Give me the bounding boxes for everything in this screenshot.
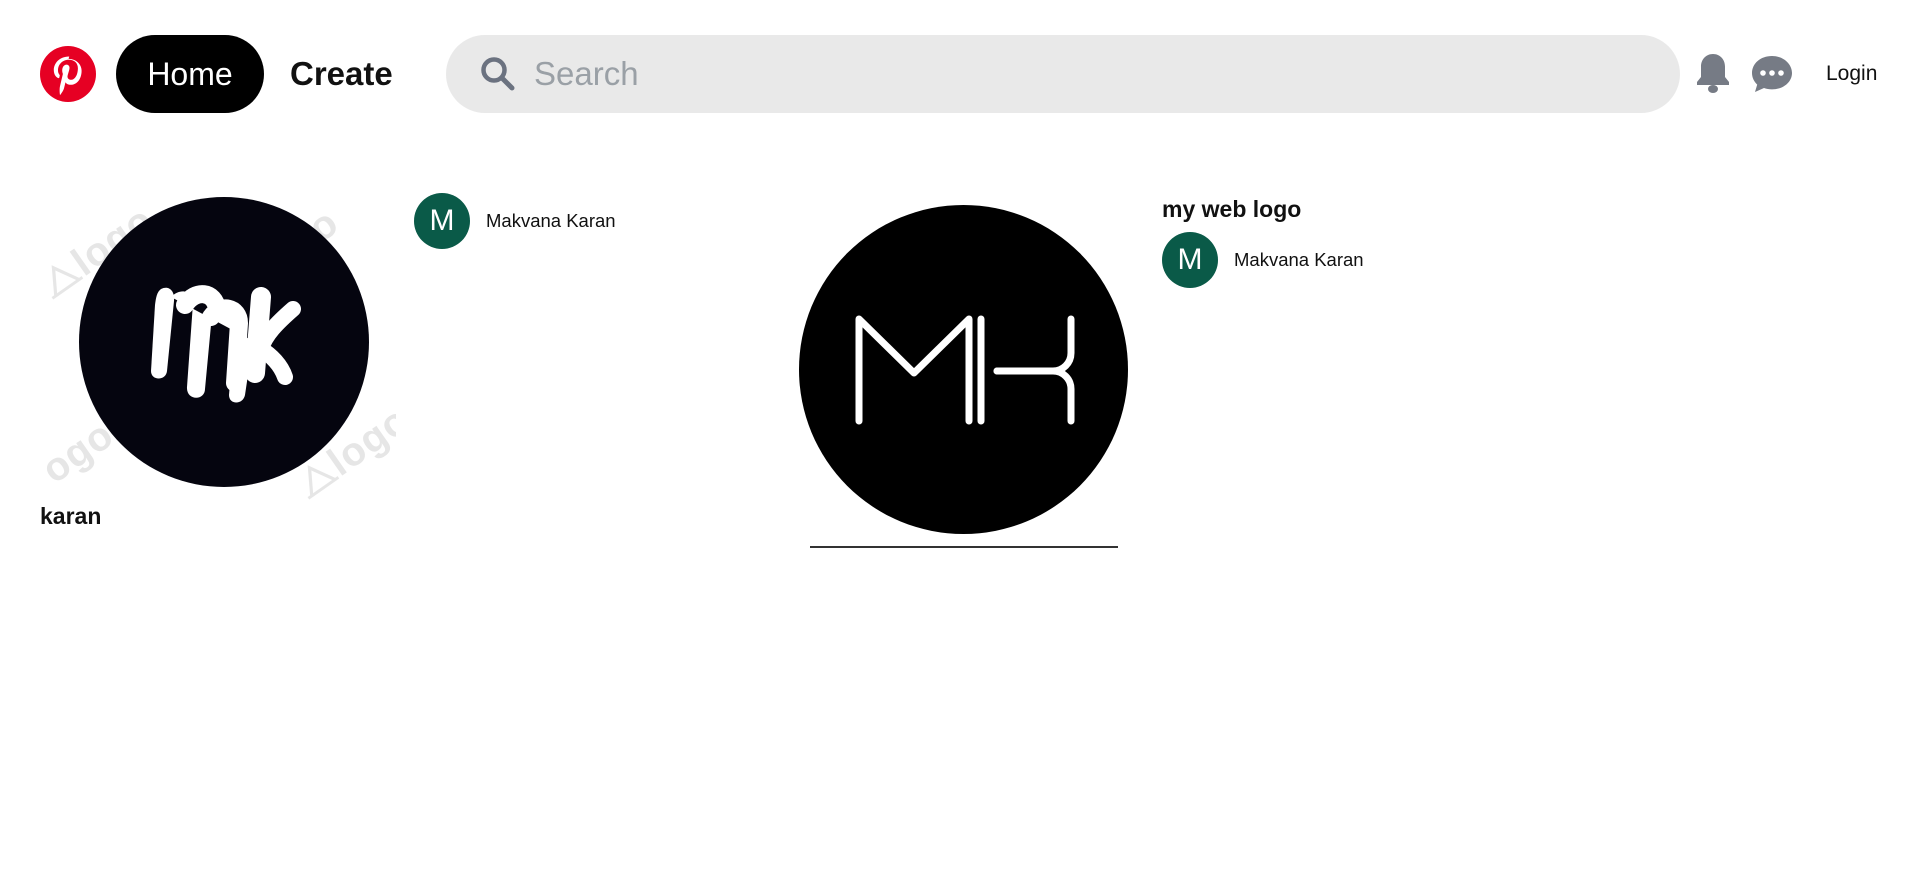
chat-icon[interactable] [1750,54,1794,94]
bell-icon[interactable] [1694,52,1732,94]
mk-logo-circle [79,197,369,487]
pin-title[interactable]: karan [40,503,101,530]
search-input[interactable] [532,54,1636,94]
divider [810,546,1118,548]
avatar[interactable]: M [414,193,470,249]
mk-logo-circle [799,205,1128,534]
search-bar[interactable] [446,35,1680,113]
author-name[interactable]: Makvana Karan [486,210,616,232]
pin-author[interactable]: M Makvana Karan [414,193,616,249]
home-button[interactable]: Home [116,35,264,113]
create-link[interactable]: Create [290,35,393,113]
search-icon [478,54,518,94]
create-link-label: Create [290,55,393,92]
mk-script-logo-icon [151,285,301,403]
author-name[interactable]: Makvana Karan [1234,249,1364,271]
pin-image-karan[interactable]: ⧍logo co ogo ⧍logo [40,190,396,502]
mk-line-logo-icon [855,315,1075,425]
login-button[interactable]: Login [1826,58,1877,90]
pin-image-my-web-logo[interactable] [796,196,1131,551]
pin-title[interactable]: my web logo [1162,196,1301,223]
home-button-label: Home [147,55,233,92]
pin-author[interactable]: M Makvana Karan [1162,232,1364,288]
avatar[interactable]: M [1162,232,1218,288]
pinterest-logo-icon[interactable] [40,46,96,102]
